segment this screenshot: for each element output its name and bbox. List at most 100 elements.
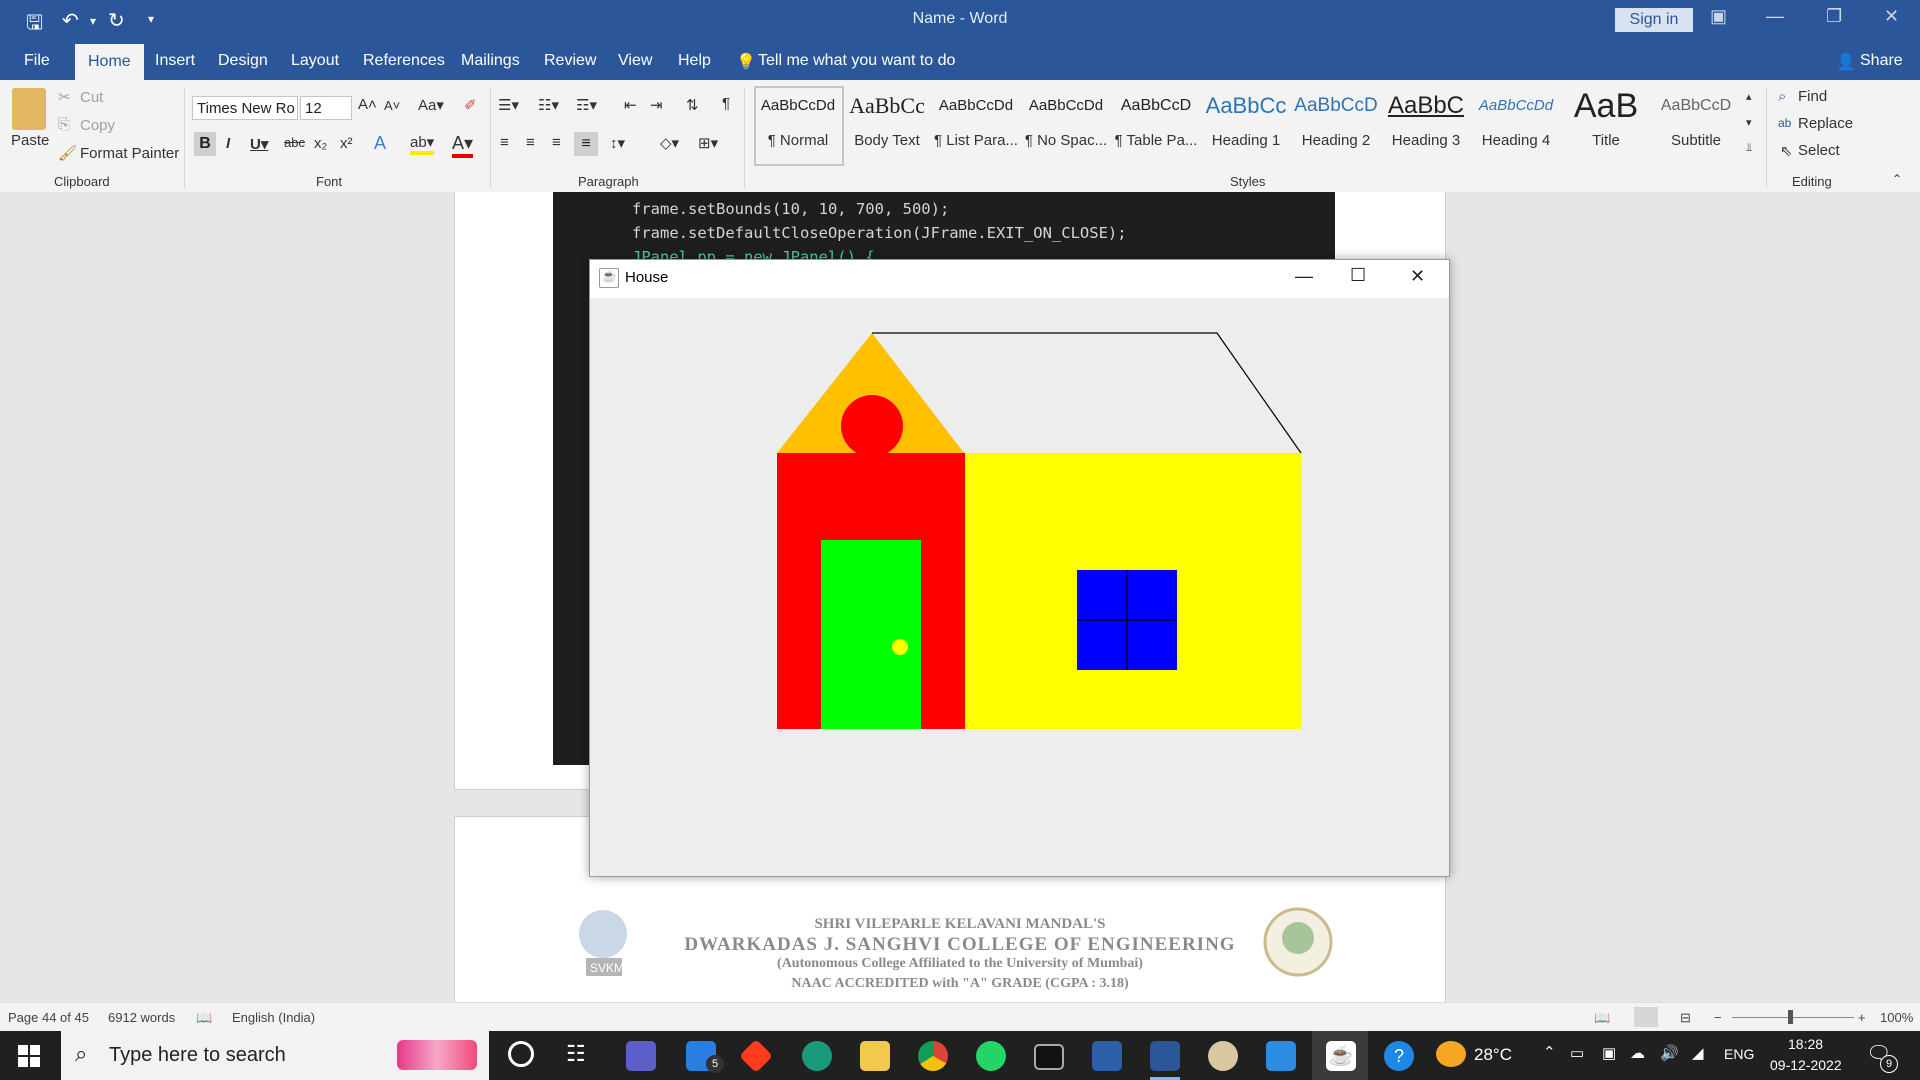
- tab-help[interactable]: Help: [678, 52, 711, 70]
- styles-more-icon[interactable]: ⫫: [1746, 142, 1752, 155]
- java-app-icon[interactable]: ☕: [1326, 1041, 1356, 1071]
- tab-file[interactable]: File: [24, 52, 50, 70]
- style-heading-2[interactable]: AaBbCcD Heading 2: [1292, 86, 1380, 164]
- grow-font-icon[interactable]: A˄: [358, 96, 377, 113]
- font-color-icon[interactable]: A▾: [452, 133, 474, 158]
- style-title[interactable]: AaB Title: [1562, 86, 1650, 164]
- terminal-icon[interactable]: [1034, 1044, 1064, 1070]
- multilevel-list-icon[interactable]: ☶▾: [576, 96, 597, 114]
- style-normal[interactable]: AaBbCcDd ¶ Normal: [754, 86, 842, 164]
- share-button[interactable]: Share: [1860, 52, 1903, 70]
- clock-date[interactable]: 09-12-2022: [1770, 1057, 1842, 1073]
- copy-button[interactable]: Copy: [80, 117, 115, 134]
- format-painter-button[interactable]: Format Painter: [80, 145, 179, 162]
- tab-view[interactable]: View: [618, 52, 652, 70]
- subscript-icon[interactable]: x₂: [314, 135, 327, 152]
- whatsapp-icon[interactable]: [976, 1041, 1006, 1071]
- temperature[interactable]: 28°C: [1474, 1045, 1512, 1065]
- read-mode-icon[interactable]: 📖: [1594, 1010, 1610, 1026]
- tab-insert[interactable]: Insert: [155, 52, 195, 70]
- shading-icon[interactable]: ◇▾: [660, 134, 679, 152]
- replace-button[interactable]: Replace: [1798, 115, 1853, 132]
- print-layout-icon[interactable]: [1634, 1007, 1658, 1027]
- style-heading-3[interactable]: AaBbC Heading 3: [1382, 86, 1470, 164]
- zoom-slider[interactable]: [1732, 1017, 1854, 1018]
- close-icon[interactable]: ✕: [1410, 266, 1425, 287]
- clock-time[interactable]: 18:28: [1788, 1036, 1823, 1052]
- tab-design[interactable]: Design: [218, 52, 268, 70]
- onedrive-icon[interactable]: ☁: [1630, 1044, 1645, 1062]
- paste-icon[interactable]: [12, 88, 46, 130]
- paint-icon[interactable]: [1208, 1041, 1238, 1071]
- zoom-slider-thumb[interactable]: [1788, 1010, 1793, 1024]
- help-icon[interactable]: ?: [1384, 1041, 1414, 1071]
- word-count[interactable]: 6912 words: [108, 1010, 175, 1025]
- zoom-in-icon[interactable]: +: [1858, 1010, 1866, 1025]
- chrome-icon[interactable]: [918, 1041, 948, 1071]
- ribbon-display-options-icon[interactable]: ▣: [1710, 6, 1727, 27]
- change-case-icon[interactable]: Aa▾: [418, 96, 444, 114]
- house-window-titlebar[interactable]: ☕ House — ☐ ✕: [590, 260, 1449, 298]
- proofing-icon[interactable]: 📖: [196, 1010, 212, 1026]
- close-icon[interactable]: ✕: [1884, 6, 1899, 27]
- vscode-icon[interactable]: [1266, 1041, 1296, 1071]
- borders-icon[interactable]: ⊞▾: [698, 134, 718, 152]
- line-spacing-icon[interactable]: ↕▾: [610, 134, 625, 152]
- maximize-icon[interactable]: ☐: [1350, 265, 1366, 286]
- zoom-level[interactable]: 100%: [1880, 1010, 1913, 1025]
- powershell-icon[interactable]: [1092, 1041, 1122, 1071]
- justify-icon[interactable]: ≡: [574, 132, 598, 156]
- cut-button[interactable]: Cut: [80, 89, 103, 106]
- styles-scroll-down-icon[interactable]: ▾: [1746, 116, 1752, 129]
- paste-button[interactable]: Paste: [11, 132, 49, 149]
- style-heading-4[interactable]: AaBbCcDd Heading 4: [1472, 86, 1560, 164]
- style-subtitle[interactable]: AaBbCcD Subtitle: [1652, 86, 1740, 164]
- teams-icon[interactable]: [626, 1041, 656, 1071]
- page-count[interactable]: Page 44 of 45: [8, 1010, 89, 1025]
- style-body-text[interactable]: AaBbCc Body Text: [843, 86, 931, 164]
- pilcrow-icon[interactable]: ¶: [722, 95, 730, 112]
- align-center-icon[interactable]: ≡: [526, 134, 535, 151]
- zoom-out-icon[interactable]: −: [1714, 1010, 1722, 1025]
- tab-home[interactable]: Home: [75, 44, 144, 80]
- font-name-box[interactable]: Times New Ro: [192, 96, 298, 120]
- superscript-icon[interactable]: x²: [340, 135, 353, 152]
- style-table-paragraph[interactable]: AaBbCcD ¶ Table Pa...: [1112, 86, 1200, 164]
- volume-icon[interactable]: 🔊: [1660, 1044, 1679, 1062]
- word-icon[interactable]: [1150, 1041, 1180, 1071]
- tab-mailings[interactable]: Mailings: [461, 52, 520, 70]
- find-button[interactable]: Find: [1798, 88, 1827, 105]
- language-status[interactable]: English (India): [232, 1010, 315, 1025]
- shrink-font-icon[interactable]: A˅: [384, 98, 400, 113]
- collapse-ribbon-icon[interactable]: ⌃: [1892, 172, 1902, 186]
- wifi-icon[interactable]: ◢: [1692, 1044, 1704, 1062]
- tab-references[interactable]: References: [363, 52, 445, 70]
- taskbar-search[interactable]: ⌕ Type here to search: [61, 1031, 489, 1080]
- select-button[interactable]: Select: [1798, 142, 1840, 159]
- battery-icon[interactable]: ▭: [1570, 1044, 1584, 1062]
- bold-icon[interactable]: B: [194, 132, 216, 156]
- weather-icon[interactable]: [1436, 1041, 1466, 1067]
- align-left-icon[interactable]: ≡: [500, 134, 509, 151]
- tab-layout[interactable]: Layout: [291, 52, 339, 70]
- show-hidden-icons-icon[interactable]: ⌃: [1543, 1043, 1556, 1061]
- increase-indent-icon[interactable]: ⇥: [650, 96, 663, 114]
- style-heading-1[interactable]: AaBbCc Heading 1: [1202, 86, 1290, 164]
- style-no-spacing[interactable]: AaBbCcDd ¶ No Spac...: [1022, 86, 1110, 164]
- file-explorer-icon[interactable]: [860, 1041, 890, 1071]
- minimize-icon[interactable]: —: [1766, 6, 1784, 27]
- task-view-icon[interactable]: ☷: [566, 1041, 586, 1067]
- tell-me-search[interactable]: Tell me what you want to do: [758, 52, 955, 70]
- strikethrough-icon[interactable]: abc: [284, 135, 305, 150]
- text-effects-icon[interactable]: A: [374, 133, 386, 154]
- clear-formatting-icon[interactable]: ✐: [464, 96, 477, 114]
- minimize-icon[interactable]: —: [1295, 266, 1313, 287]
- align-right-icon[interactable]: ≡: [552, 134, 561, 151]
- input-language[interactable]: ENG: [1724, 1046, 1754, 1062]
- restore-icon[interactable]: ❐: [1826, 6, 1842, 27]
- meet-now-icon[interactable]: ▣: [1602, 1044, 1616, 1062]
- numbering-icon[interactable]: ☷▾: [538, 96, 559, 114]
- edge-icon[interactable]: [802, 1041, 832, 1071]
- style-list-paragraph[interactable]: AaBbCcDd ¶ List Para...: [932, 86, 1020, 164]
- decrease-indent-icon[interactable]: ⇤: [624, 96, 637, 114]
